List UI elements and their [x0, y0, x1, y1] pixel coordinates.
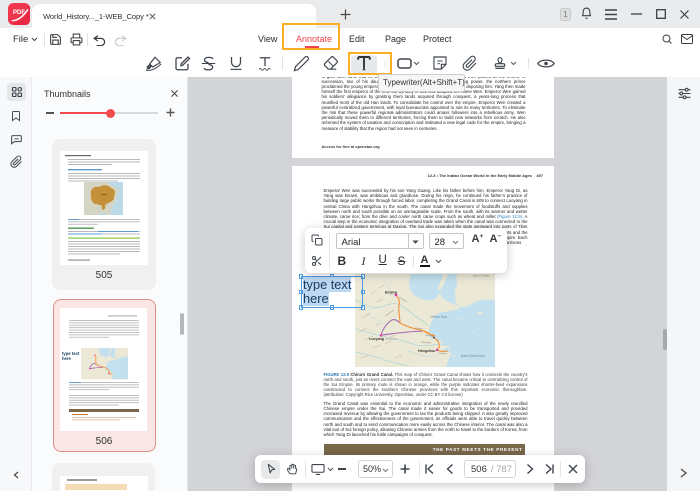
svg-text:Hangzhou: Hangzhou [418, 349, 435, 353]
svg-text:Sea of Japan: Sea of Japan [473, 274, 490, 278]
svg-text:East China Sea: East China Sea [461, 354, 485, 358]
svg-text:PDF: PDF [13, 10, 25, 16]
svg-text:Yellow Sea: Yellow Sea [430, 315, 447, 319]
svg-text:here: here [62, 356, 72, 361]
svg-text:Beijing: Beijing [385, 290, 397, 294]
svg-text:Luoyang: Luoyang [369, 336, 384, 340]
